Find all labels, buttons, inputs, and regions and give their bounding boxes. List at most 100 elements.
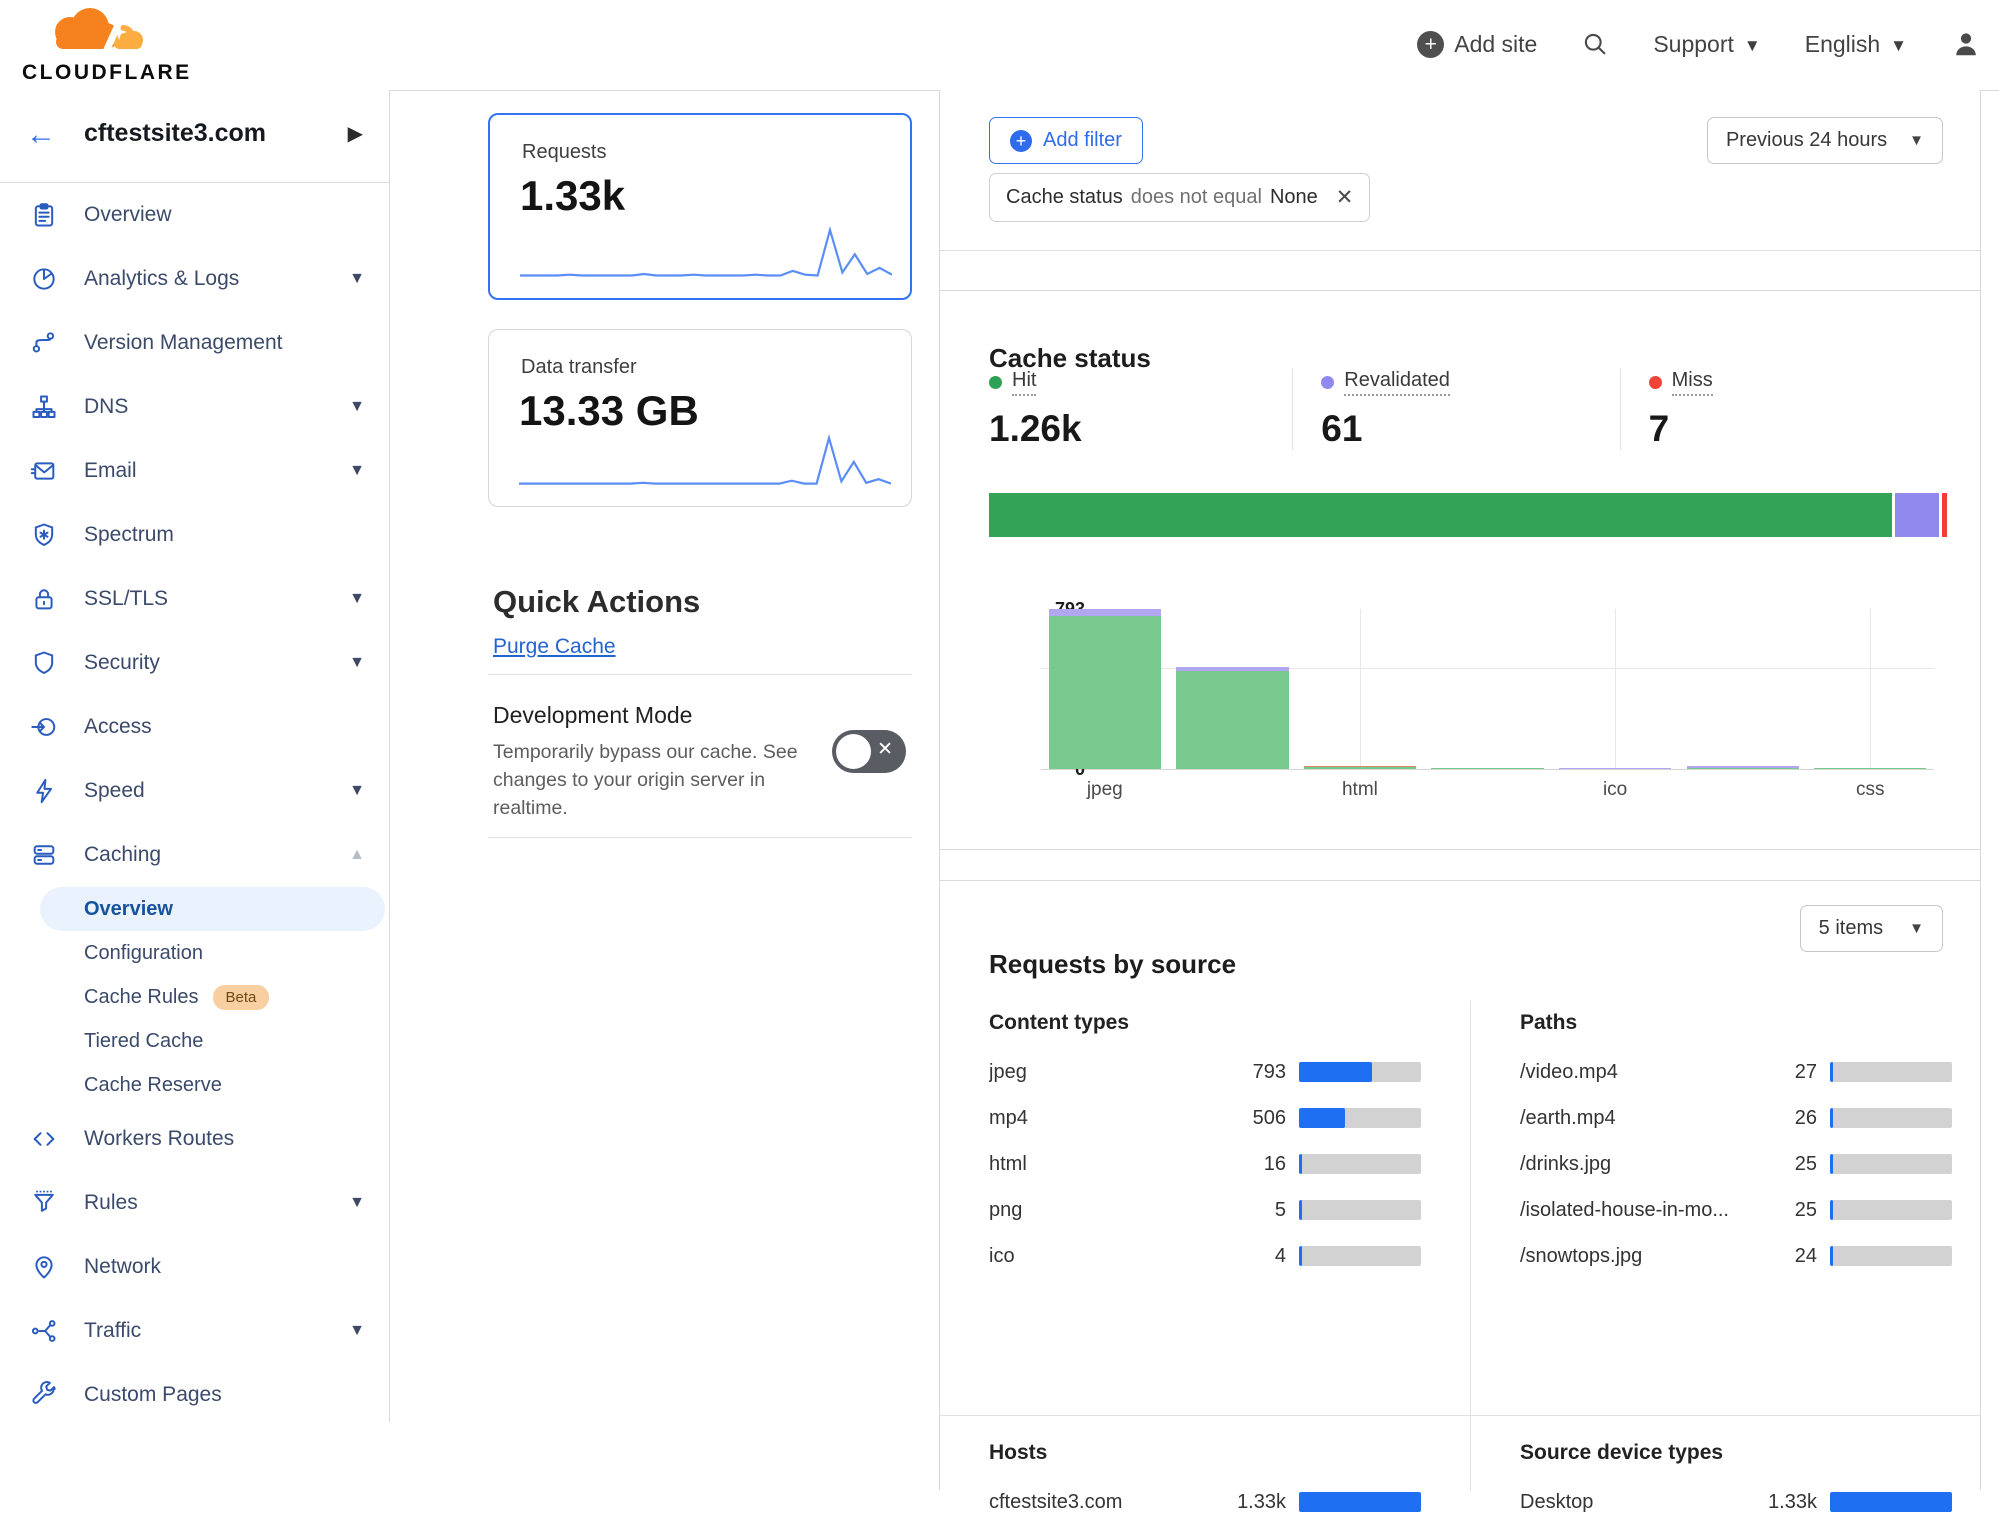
cloudflare-wordmark: CLOUDFLARE (22, 61, 222, 85)
development-mode-toggle[interactable]: ✕ (832, 730, 906, 773)
stat-row: /drinks.jpg25 (1520, 1141, 1952, 1187)
stat-row: /snowtops.jpg24 (1520, 1233, 1952, 1279)
stat-label[interactable]: Miss (1672, 369, 1713, 396)
requests-card[interactable]: Requests 1.33k (488, 113, 912, 300)
progress-bar (1299, 1154, 1421, 1174)
sidebar-item-label: Version Management (84, 331, 282, 355)
sidebar-subitem-cache-rules[interactable]: Cache RulesBeta (0, 975, 389, 1019)
remove-filter-icon[interactable]: ✕ (1336, 185, 1354, 210)
sidebar-subitem-label: Cache Reserve (84, 1074, 222, 1097)
chart-bar-png (1431, 768, 1543, 770)
sidebar-item-workers-routes[interactable]: Workers Routes (0, 1107, 389, 1171)
language-menu[interactable]: English ▼ (1805, 31, 1907, 58)
sidebar-item-access[interactable]: Access (0, 695, 389, 759)
chart-slot (1551, 609, 1679, 769)
sidebar-subitem-tiered-cache[interactable]: Tiered Cache (0, 1019, 389, 1063)
funnel-icon (30, 1189, 58, 1217)
data-transfer-card[interactable]: Data transfer 13.33 GB (488, 329, 912, 507)
row-label: Desktop (1520, 1491, 1753, 1514)
sidebar-item-caching[interactable]: Caching▲ (0, 823, 389, 887)
cache-stat-hit: Hit1.26k (989, 369, 1292, 450)
chart-slot (1296, 609, 1424, 769)
chevron-right-icon[interactable]: ▶ (348, 121, 363, 146)
chevron-up-icon: ▲ (349, 846, 365, 864)
toggle-off-x-icon: ✕ (877, 738, 893, 761)
chevron-down-icon: ▼ (1890, 36, 1907, 56)
sidebar-subitem-cache-reserve[interactable]: Cache Reserve (0, 1063, 389, 1107)
add-filter-button[interactable]: + Add filter (989, 117, 1143, 164)
filter-value: None (1270, 186, 1318, 209)
sidebar-subitem-label: Configuration (84, 942, 203, 965)
sidebar-subitem-configuration[interactable]: Configuration (0, 931, 389, 975)
stat-row: mp4506 (989, 1095, 1421, 1141)
sidebar-item-traffic[interactable]: Traffic▼ (0, 1299, 389, 1363)
sidebar-item-label: SSL/TLS (84, 587, 168, 611)
bar-segment-revalidated (1895, 493, 1939, 537)
sidebar-item-label: Rules (84, 1191, 138, 1215)
row-value: 25 (1753, 1199, 1817, 1222)
analytics-panel: + Add filter Cache status does not equal… (939, 90, 1981, 1490)
chevron-down-icon: ▼ (349, 1194, 365, 1212)
stat-row: cftestsite3.com1.33k (989, 1479, 1421, 1525)
chevron-down-icon: ▼ (1909, 132, 1924, 149)
sidebar-item-label: Workers Routes (84, 1127, 234, 1151)
sidebar-item-version-management[interactable]: Version Management (0, 311, 389, 375)
sidebar-item-network[interactable]: Network (0, 1235, 389, 1299)
requests-by-source-card: Requests by source 5 items ▼ Content typ… (940, 880, 1980, 1491)
cache-stat-miss: Miss7 (1620, 369, 1947, 450)
sidebar-item-speed[interactable]: Speed▼ (0, 759, 389, 823)
x-axis-tick (1679, 779, 1807, 801)
chart-bar-ico (1559, 768, 1671, 770)
sidebar-subitem-overview[interactable]: Overview (0, 887, 389, 931)
sidebar-item-label: Overview (84, 203, 172, 227)
row-label: /snowtops.jpg (1520, 1245, 1753, 1268)
sidebar-item-analytics-logs[interactable]: Analytics & Logs▼ (0, 247, 389, 311)
site-name[interactable]: cftestsite3.com (84, 119, 266, 148)
cloudflare-logo[interactable]: CLOUDFLARE (22, 6, 222, 85)
sidebar-item-label: Access (84, 715, 152, 739)
time-range-selector[interactable]: Previous 24 hours ▼ (1707, 117, 1943, 164)
row-label: ico (989, 1245, 1222, 1268)
data-transfer-card-value: 13.33 GB (519, 387, 911, 435)
stat-label[interactable]: Revalidated (1344, 369, 1450, 396)
lock-icon (30, 585, 58, 613)
requests-sparkline (520, 226, 892, 280)
items-count-selector[interactable]: 5 items ▼ (1800, 905, 1943, 952)
chart-slot (1169, 609, 1297, 769)
divider (488, 837, 912, 838)
sidebar-item-custom-pages[interactable]: Custom Pages (0, 1363, 389, 1427)
sidebar-item-overview[interactable]: Overview (0, 183, 389, 247)
add-site-button[interactable]: + Add site (1417, 31, 1537, 58)
sidebar-item-ssl-tls[interactable]: SSL/TLS▼ (0, 567, 389, 631)
stat-label[interactable]: Hit (1012, 369, 1036, 396)
x-axis-tick: html (1296, 779, 1424, 801)
stat-row: ico4 (989, 1233, 1421, 1279)
cache-status-stacked-bar (989, 493, 1947, 537)
purge-cache-link[interactable]: Purge Cache (493, 635, 616, 659)
back-arrow-icon[interactable]: ← (26, 118, 56, 152)
stat-row: /video.mp427 (1520, 1049, 1952, 1095)
chevron-down-icon: ▼ (349, 462, 365, 480)
sidebar-item-email[interactable]: Email▼ (0, 439, 389, 503)
x-axis-tick: css (1806, 779, 1934, 801)
support-menu[interactable]: Support ▼ (1653, 31, 1760, 58)
stat-value: 61 (1321, 408, 1619, 450)
bar-segment-hit (1304, 767, 1416, 769)
chevron-down-icon: ▼ (349, 654, 365, 672)
cache-status-stats: Hit1.26k Revalidated 61Miss7 (989, 369, 1947, 450)
search-button[interactable] (1581, 30, 1609, 58)
progress-bar (1830, 1492, 1952, 1512)
data-transfer-sparkline (519, 434, 891, 488)
filter-chip[interactable]: Cache status does not equal None ✕ (989, 173, 1370, 222)
user-menu[interactable] (1951, 29, 1981, 59)
divider (488, 674, 912, 675)
sidebar-item-rules[interactable]: Rules ▼ (0, 1171, 389, 1235)
sidebar-item-label: Speed (84, 779, 145, 803)
sidebar: ← cftestsite3.com ▶ Overview Analytics & … (0, 90, 390, 1422)
sidebar-item-security[interactable]: Security▼ (0, 631, 389, 695)
stat-row: jpeg793 (989, 1049, 1421, 1095)
sidebar-item-spectrum[interactable]: Spectrum (0, 503, 389, 567)
row-value: 5 (1222, 1199, 1286, 1222)
sidebar-item-dns[interactable]: DNS▼ (0, 375, 389, 439)
cache-status-card: Cache status Hit1.26kRevalidated61Miss7 … (940, 290, 1980, 850)
